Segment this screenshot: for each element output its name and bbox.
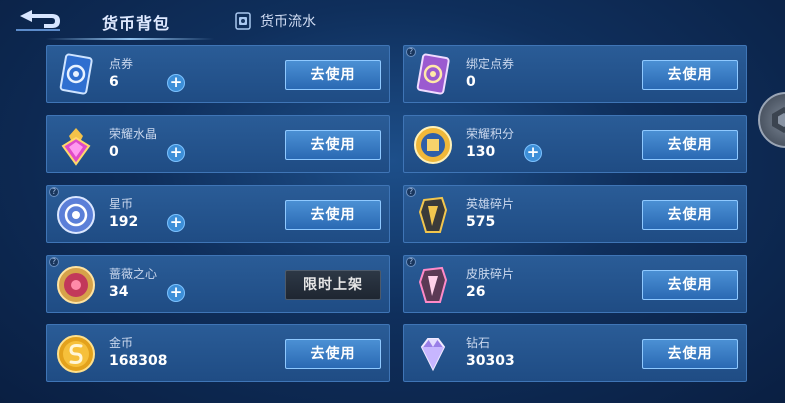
active-tab-underline <box>46 38 214 40</box>
currency-value: 0 <box>466 74 476 90</box>
currency-card-diamond: 钻石 30303 去使用 <box>403 324 747 382</box>
glory-points-icon <box>410 122 456 168</box>
currency-value: 6 <box>109 74 119 90</box>
add-star-coin-button[interactable]: + <box>167 214 185 232</box>
currency-name: 点券 <box>109 57 134 71</box>
currency-name: 星币 <box>109 197 134 211</box>
use-glory-crystal-button[interactable]: 去使用 <box>285 130 381 160</box>
currency-card-glory-crystal: 荣耀水晶 0 + 去使用 <box>46 115 390 173</box>
rose-heart-icon <box>53 262 99 308</box>
side-menu-button[interactable] <box>758 92 785 148</box>
add-glory-crystal-button[interactable]: + <box>167 144 185 162</box>
limited-time-badge: 限时上架 <box>285 270 381 300</box>
currency-value: 34 <box>109 284 129 300</box>
add-rose-heart-button[interactable]: + <box>167 284 185 302</box>
currency-card-star-coin: ? 星币 192 + 去使用 <box>46 185 390 243</box>
currency-value: 168308 <box>109 353 168 369</box>
currency-name: 绑定点券 <box>466 57 515 71</box>
hexagon-nut-icon <box>772 107 785 133</box>
tab-currency-bag[interactable]: 货币背包 <box>102 10 170 34</box>
skin-fragment-icon <box>410 262 456 308</box>
currency-value: 0 <box>109 144 119 160</box>
add-voucher-button[interactable]: + <box>167 74 185 92</box>
gold-coin-icon <box>53 331 99 377</box>
use-voucher-button[interactable]: 去使用 <box>285 60 381 90</box>
add-glory-points-button[interactable]: + <box>524 144 542 162</box>
currency-card-hero-fragment: ? 英雄碎片 575 去使用 <box>403 185 747 243</box>
use-bound-voucher-button[interactable]: 去使用 <box>642 60 738 90</box>
currency-name: 皮肤碎片 <box>466 267 515 281</box>
currency-card-bound-voucher: ? 绑定点券 0 去使用 <box>403 45 747 103</box>
currency-value: 575 <box>466 214 496 230</box>
currency-value: 26 <box>466 284 486 300</box>
glory-crystal-icon <box>53 122 99 168</box>
currency-flow-icon <box>235 12 251 30</box>
currency-card-gold-coin: 金币 168308 去使用 <box>46 324 390 382</box>
diamond-icon <box>410 331 456 377</box>
currency-name: 荣耀积分 <box>466 127 515 141</box>
back-button[interactable] <box>14 8 62 34</box>
voucher-card-icon <box>53 52 99 98</box>
currency-card-skin-fragment: ? 皮肤碎片 26 去使用 <box>403 255 747 313</box>
currency-card-glory-points: 荣耀积分 130 + 去使用 <box>403 115 747 173</box>
tab-currency-flow[interactable]: 货币流水 <box>234 11 316 31</box>
currency-value: 192 <box>109 214 139 230</box>
currency-name: 金币 <box>109 336 134 350</box>
currency-name: 英雄碎片 <box>466 197 515 211</box>
use-star-coin-button[interactable]: 去使用 <box>285 200 381 230</box>
currency-card-voucher: 点券 6 + 去使用 <box>46 45 390 103</box>
currency-value: 30303 <box>466 353 515 369</box>
tab-currency-flow-label: 货币流水 <box>260 14 316 30</box>
currency-name: 蔷薇之心 <box>109 267 158 281</box>
star-coin-icon <box>53 192 99 238</box>
use-diamond-button[interactable]: 去使用 <box>642 339 738 369</box>
currency-name: 钻石 <box>466 336 491 350</box>
use-hero-fragment-button[interactable]: 去使用 <box>642 200 738 230</box>
use-skin-fragment-button[interactable]: 去使用 <box>642 270 738 300</box>
use-gold-coin-button[interactable]: 去使用 <box>285 339 381 369</box>
currency-card-rose-heart: ? 蔷薇之心 34 + 限时上架 <box>46 255 390 313</box>
back-arrow-icon <box>16 10 60 31</box>
currency-value: 130 <box>466 144 496 160</box>
hero-fragment-icon <box>410 192 456 238</box>
use-glory-points-button[interactable]: 去使用 <box>642 130 738 160</box>
bound-voucher-card-icon <box>410 52 456 98</box>
header: 货币背包 货币流水 <box>0 0 785 42</box>
currency-name: 荣耀水晶 <box>109 127 158 141</box>
